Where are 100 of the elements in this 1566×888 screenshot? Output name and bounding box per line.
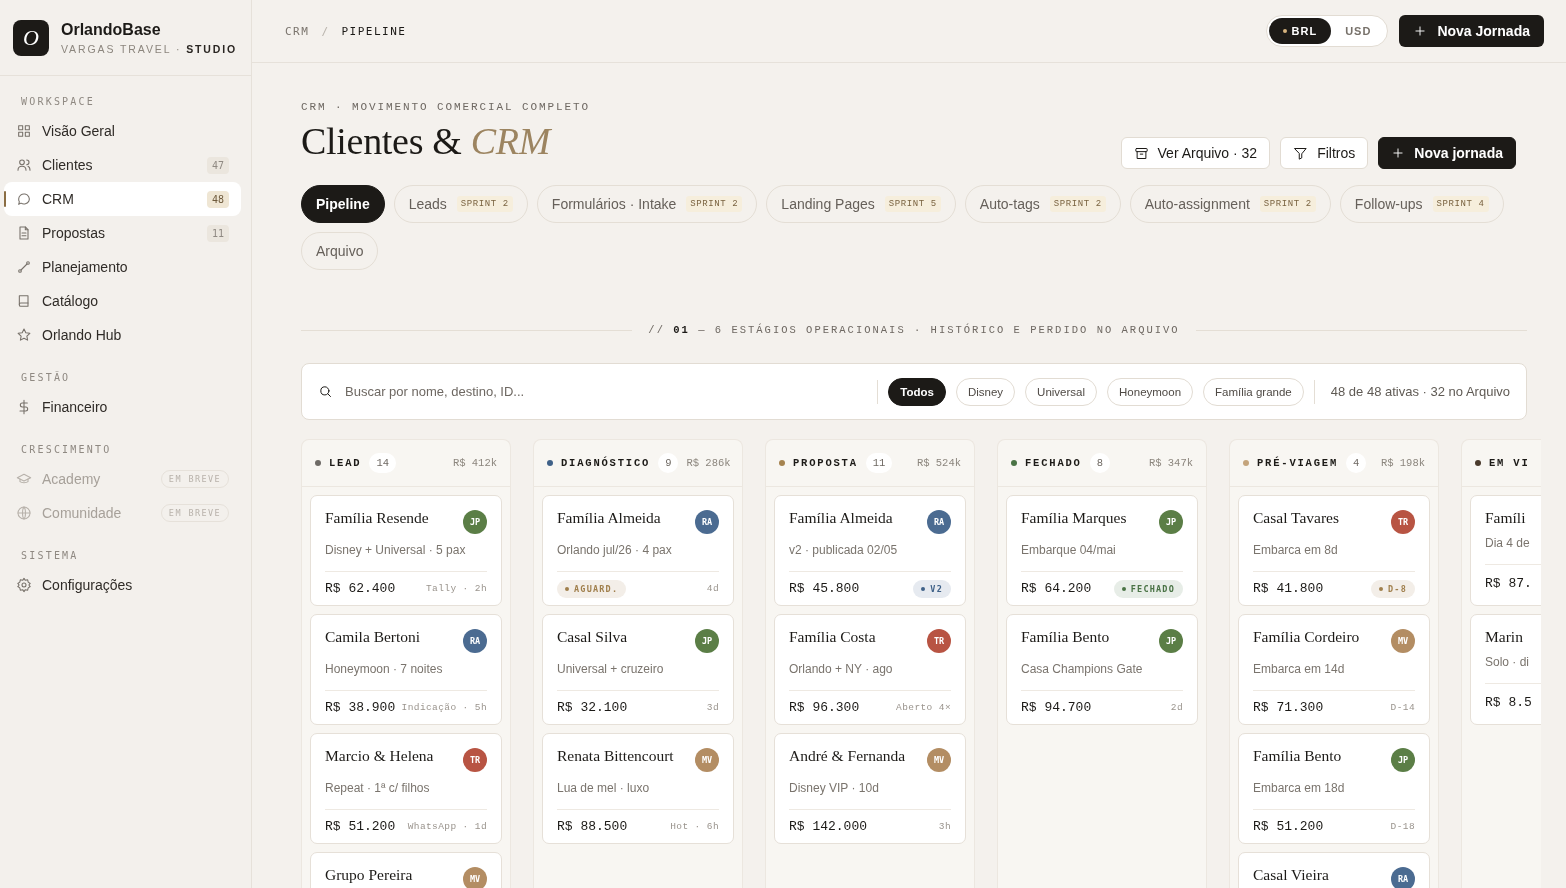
- deal-card[interactable]: Família Bento JP Casa Champions Gate R$ 94.700 2d: [1006, 614, 1198, 725]
- grid-icon: [16, 123, 32, 139]
- deal-amount: R$ 94.700: [1021, 700, 1092, 715]
- avatar: RA: [463, 629, 487, 653]
- avatar: TR: [927, 629, 951, 653]
- results-summary: 48 de 48 ativas · 32 no Arquivo: [1329, 384, 1510, 399]
- deal-meta: Aberto 4×: [896, 702, 951, 713]
- avatar: MV: [927, 748, 951, 772]
- client-name: Família Almeida: [557, 508, 661, 527]
- section-heading: // 01 — 6 ESTÁGIOS OPERACIONAIS · HISTÓRICO E PERDIDO NO ARQUIVO: [648, 324, 1180, 336]
- deal-card[interactable]: Família Resende JP Disney + Universal · 5 pax R$ 62.400 Tally · 2h: [310, 495, 502, 606]
- stage-count: 14: [369, 453, 396, 473]
- deal-details: Dia 4 de: [1485, 536, 1531, 550]
- deal-card[interactable]: Camila Bertoni RA Honeymoon · 7 noites R$ 38.900 Indicação · 5h: [310, 614, 502, 725]
- deal-card[interactable]: Grupo Pereira MV: [310, 852, 502, 888]
- deal-amount: R$ 64.200: [1021, 581, 1092, 596]
- filter-chip[interactable]: Universal: [1025, 377, 1098, 406]
- client-name: Marcio & Helena: [325, 746, 434, 765]
- deal-meta: Hot · 6h: [670, 821, 719, 832]
- search-field[interactable]: Buscar por nome, destino, ID...: [343, 383, 868, 400]
- sidebar-item[interactable]: CRM 48: [4, 182, 241, 216]
- client-name: André & Fernanda: [789, 746, 906, 765]
- tab[interactable]: Pipeline: [301, 185, 385, 223]
- deal-card[interactable]: Família Bento JP Embarca em 18d R$ 51.200 D-18: [1238, 733, 1430, 844]
- client-name: Casal Vieira: [1253, 865, 1329, 884]
- stage-name: PROPOSTA: [793, 457, 858, 469]
- deal-card[interactable]: André & Fernanda MV Disney VIP · 10d R$ 142.000 3h: [774, 733, 966, 844]
- deal-amount: R$ 38.900: [325, 700, 396, 715]
- filter-chip[interactable]: Disney: [955, 377, 1016, 406]
- deal-card[interactable]: Renata Bittencourt MV Lua de mel · luxo R$ 88.500 Hot · 6h: [542, 733, 734, 844]
- brand-subtitle: VARGAS TRAVEL · STUDIO: [61, 42, 238, 55]
- item-count: 11: [206, 224, 229, 242]
- deal-meta: D-18: [1390, 821, 1415, 832]
- sidebar-item[interactable]: Financeiro: [4, 390, 241, 424]
- logo-mark: O: [13, 19, 49, 56]
- currency-option[interactable]: BRL: [1268, 18, 1332, 44]
- breadcrumb-item: PIPELINE: [341, 24, 407, 38]
- deal-card[interactable]: Família Almeida RA v2 · publicada 02/05 R$ 45.800 V2: [774, 495, 966, 606]
- deal-meta: 2d: [1170, 702, 1183, 713]
- deal-meta: 3h: [938, 821, 951, 832]
- deal-card[interactable]: Marin Solo · di R$ 8.5: [1470, 614, 1541, 725]
- deal-card[interactable]: Família Cordeiro MV Embarca em 14d R$ 71.300 D-14: [1238, 614, 1430, 725]
- deal-details: Repeat · 1ª c/ filhos: [325, 781, 431, 795]
- status-tag: V2: [913, 579, 951, 598]
- client-name: Camila Bertoni: [325, 627, 421, 646]
- deal-meta: D-14: [1390, 702, 1415, 713]
- new-journey-button[interactable]: Nova jornada: [1378, 137, 1516, 169]
- deal-card[interactable]: Casal Tavares TR Embarca em 8d R$ 41.800 D-8: [1238, 495, 1430, 606]
- deal-card[interactable]: Família Almeida RA Orlando jul/26 · 4 pax AGUARD. 4d: [542, 495, 734, 606]
- deal-card[interactable]: Casal Silva JP Universal + cruzeiro R$ 32.100 3d: [542, 614, 734, 725]
- stage-name: DIAGNÓSTICO: [561, 457, 651, 469]
- deal-meta: 3d: [706, 702, 719, 713]
- breadcrumb-item[interactable]: CRM: [285, 24, 310, 38]
- deal-details: Orlando + NY · ago: [789, 662, 894, 676]
- deal-amount: R$ 71.300: [1253, 700, 1324, 715]
- sidebar-item[interactable]: Planejamento: [4, 250, 241, 284]
- new-journey-button[interactable]: Nova Jornada: [1399, 15, 1544, 47]
- deal-details: Orlando jul/26 · 4 pax: [557, 543, 673, 557]
- deal-card[interactable]: Família Marques JP Embarque 04/mai R$ 64.200 FECHADO: [1006, 495, 1198, 606]
- sidebar-item[interactable]: Orlando Hub: [4, 318, 241, 352]
- deal-amount: R$ 62.400: [325, 581, 396, 596]
- deal-card[interactable]: Marcio & Helena TR Repeat · 1ª c/ filhos R$ 51.200 WhatsApp · 1d: [310, 733, 502, 844]
- deal-card[interactable]: Famíli Dia 4 de R$ 87.: [1470, 495, 1541, 606]
- sidebar-item[interactable]: Catálogo: [4, 284, 241, 318]
- filter-chip[interactable]: Honeymoon: [1107, 377, 1194, 406]
- avatar: JP: [695, 629, 719, 653]
- filter-chip[interactable]: Todos: [888, 377, 946, 406]
- plus-icon: [1413, 24, 1428, 38]
- sprint-tag: SPRINT 2: [1259, 196, 1316, 212]
- stage-total: R$ 347k: [1148, 457, 1193, 469]
- filters-button[interactable]: Filtros: [1280, 137, 1369, 169]
- deal-details: Disney + Universal · 5 pax: [325, 543, 467, 557]
- client-name: Renata Bittencourt: [557, 746, 674, 765]
- sidebar-item[interactable]: Clientes 47: [4, 148, 241, 182]
- book-icon: [16, 293, 32, 309]
- avatar: RA: [927, 510, 951, 534]
- filter-chip[interactable]: Família grande: [1203, 377, 1304, 406]
- avatar: JP: [1159, 510, 1183, 534]
- deal-card[interactable]: Casal Vieira RA: [1238, 852, 1430, 888]
- deal-amount: R$ 96.300: [789, 700, 860, 715]
- deal-card[interactable]: Família Costa TR Orlando + NY · ago R$ 96.300 Aberto 4×: [774, 614, 966, 725]
- sidebar-item[interactable]: Configurações: [4, 568, 241, 602]
- stage-name: EM VI: [1489, 457, 1530, 469]
- item-count: 48: [206, 190, 229, 208]
- page-eyebrow: CRM · MOVIMENTO COMERCIAL COMPLETO: [301, 101, 592, 113]
- avatar: JP: [1159, 629, 1183, 653]
- currency-option[interactable]: USD: [1331, 18, 1386, 44]
- sprint-tag: SPRINT 2: [1049, 196, 1106, 212]
- deal-meta: Tally · 2h: [426, 583, 487, 594]
- stage-count: 4: [1346, 453, 1367, 473]
- deal-meta: Indicação · 5h: [401, 702, 487, 713]
- page-title: Clientes & CRM: [301, 119, 551, 163]
- sidebar-item[interactable]: Propostas 11: [4, 216, 241, 250]
- stage-total: R$ 524k: [916, 457, 961, 469]
- client-name: Família Bento: [1253, 746, 1342, 765]
- sidebar-item[interactable]: Visão Geral: [4, 114, 241, 148]
- sprint-tag: SPRINT 2: [456, 196, 513, 212]
- stage-count: 8: [1089, 453, 1111, 473]
- archive-button[interactable]: Ver Arquivo · 32: [1120, 137, 1271, 169]
- avatar: JP: [463, 510, 487, 534]
